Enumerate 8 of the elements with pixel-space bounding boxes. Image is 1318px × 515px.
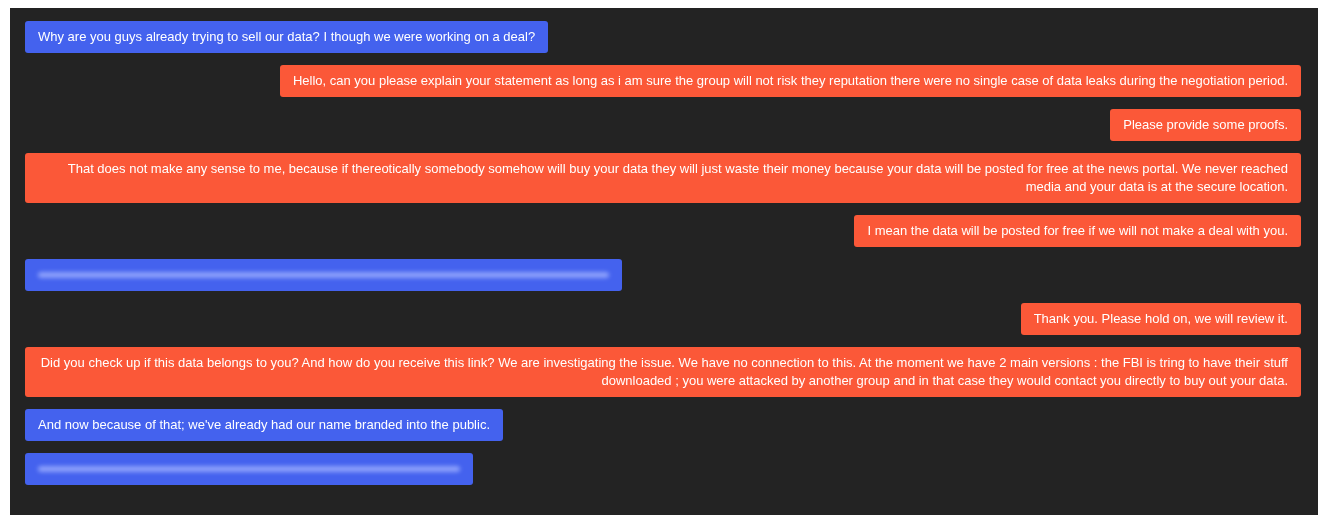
received-message: Please provide some proofs. bbox=[1110, 109, 1301, 141]
received-message: Hello, can you please explain your statement as long as i am sure the group will not risk they reputation there were no single case of data leaks during the negotiation period. bbox=[279, 65, 1301, 97]
sent-message: Why are you guys already trying to sell our data? I though we were working on a deal? bbox=[25, 21, 549, 53]
received-message: That does not make any sense to me, because if thereotically somebody somehow will buy your data they will just waste their money because your data will be posted for free at the news portal. We never reached media and your data is at the secure location. bbox=[25, 153, 1301, 203]
received-message: I mean the data will be posted for free if we will not make a deal with you. bbox=[854, 215, 1301, 247]
received-message: Thank you. Please hold on, we will review it. bbox=[1020, 303, 1301, 335]
sent-message: And now because of that; we've already had our name branded into the public. bbox=[25, 409, 503, 441]
received-message: Did you check up if this data belongs to you? And how do you receive this link? We are investigating the issue. We have no connection to this. At the moment we have 2 main versions : the FBI is tring to have their stuff downloaded ; you were attacked by another group and in that case they would contact you directly to buy out your data. bbox=[25, 347, 1301, 397]
